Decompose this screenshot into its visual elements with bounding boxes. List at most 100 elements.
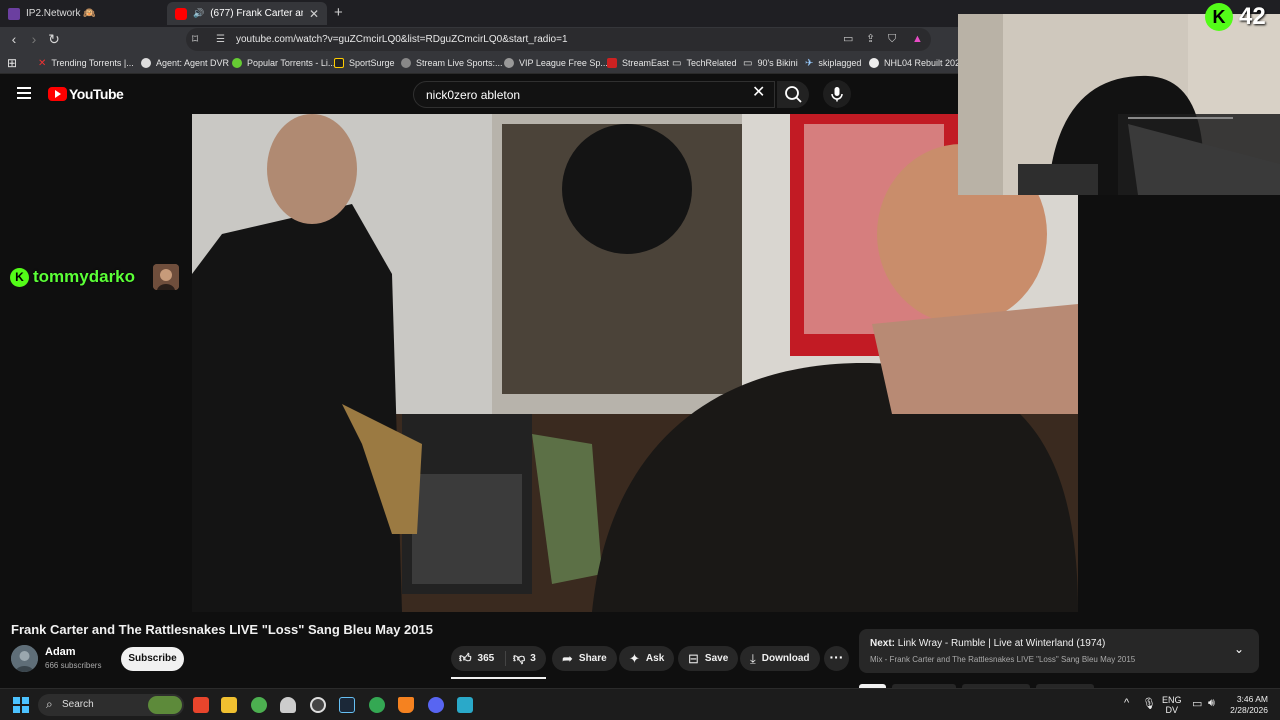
globe-icon (401, 58, 411, 68)
volume-icon[interactable]: 🔊︎ (1208, 697, 1215, 710)
dislike-button[interactable]: 👎︎ 3 (513, 646, 536, 671)
bookmark-folder-90s-bikini[interactable]: ▭ 90's Bikini (743, 52, 798, 74)
forward-icon[interactable]: › (26, 31, 42, 47)
windows-taskbar: ⌕ Search ^ 🎙︎ ENG DV ▭ 🔊︎ 3:46 AM 2/28/2… (0, 688, 1280, 720)
bookmark-icon[interactable]: ⌑ (192, 28, 198, 51)
like-divider (505, 651, 506, 666)
bookmark-agent-dvr[interactable]: Agent: Agent DVR (141, 52, 229, 74)
menu-icon[interactable] (17, 87, 31, 99)
clock-time: 3:46 AM (1236, 694, 1268, 704)
voice-search-button[interactable] (823, 80, 851, 108)
channel-avatar[interactable] (11, 645, 38, 672)
bookmark-skiplagged[interactable]: ✈ skiplagged (805, 52, 861, 74)
apps-grid-icon[interactable]: ⊞ (7, 52, 17, 74)
close-tab-icon[interactable]: ✕ (309, 7, 319, 21)
webcam-overlay (958, 14, 1280, 195)
youtube-logo-text[interactable]: YouTube (69, 86, 124, 102)
subscriber-count: 666 subscribers (45, 661, 102, 670)
brave-rewards-icon[interactable]: ▲ (912, 28, 923, 51)
youtube-logo-icon[interactable] (48, 87, 67, 101)
channel-avatar-image (11, 645, 38, 672)
new-tab-icon[interactable]: + (334, 4, 343, 21)
youtube-header: YouTube ✕ (0, 74, 960, 114)
kick-logo-icon: K (10, 267, 29, 287)
tab-ip2-network[interactable]: IP2.Network 🙉 (0, 2, 165, 25)
save-button[interactable]: ⊟ Save (678, 646, 739, 671)
system-clock[interactable]: 3:46 AM 2/28/2026 (1224, 694, 1268, 716)
cast-icon[interactable]: ▭ (843, 28, 853, 51)
brave-browser-icon[interactable] (193, 697, 209, 713)
viewer-count: 42 (1239, 3, 1266, 30)
app-icon[interactable] (457, 697, 473, 713)
mix-title: Mix - Frank Carter and The Rattlesnakes … (870, 655, 1136, 664)
video-frame-image (192, 114, 1078, 612)
search-icon: ⌕ (46, 697, 53, 711)
up-next-card[interactable]: Next: Link Wray - Rumble | Live at Winte… (859, 629, 1259, 673)
bookmark-popular-torrents[interactable]: Popular Torrents - Li... (232, 52, 335, 74)
chrome-profile-icon[interactable] (369, 697, 385, 713)
windows-start-icon[interactable] (13, 697, 29, 713)
microphone-tray-icon[interactable]: 🎙︎ (1142, 697, 1156, 710)
bookmark-trending-torrents[interactable]: ✕ Trending Torrents |... (38, 52, 134, 74)
speaker-icon[interactable]: 🔊 (193, 8, 204, 19)
leaf-icon (232, 58, 242, 68)
next-line: Next: Link Wray - Rumble | Live at Winte… (870, 638, 1105, 649)
subscribe-button[interactable]: Subscribe (121, 647, 184, 671)
file-explorer-icon[interactable] (221, 697, 237, 713)
download-button[interactable]: ⤓ Download (740, 646, 820, 671)
sparkle-icon: ✦ (629, 650, 640, 666)
url-text[interactable]: youtube.com/watch?v=guZCmcirLQ0&list=RDg… (236, 28, 568, 51)
streamer-tag: K tommydarko (10, 264, 180, 290)
chevron-down-icon[interactable]: ⌄ (1234, 642, 1244, 656)
brave-shield-icon[interactable]: ⛉ (888, 28, 896, 51)
reload-icon[interactable]: ↻ (46, 31, 62, 47)
taskbar-search[interactable]: ⌕ Search (38, 694, 184, 716)
language-indicator[interactable]: ENG DV (1162, 695, 1182, 715)
video-player[interactable] (192, 114, 1078, 612)
steam-icon[interactable] (339, 697, 355, 713)
discord-icon[interactable] (428, 697, 444, 713)
bookmark-folder-techrelated[interactable]: ▭ TechRelated (672, 52, 737, 74)
vlc-icon[interactable] (398, 697, 414, 713)
bookmark-vip-league[interactable]: VIP League Free Sp... (504, 52, 608, 74)
search-box[interactable] (413, 81, 775, 108)
network-icon[interactable]: ▭ (1192, 697, 1202, 710)
folder-icon: ▭ (672, 57, 682, 69)
tray-overflow-icon[interactable]: ^ (1124, 697, 1129, 709)
like-button[interactable]: 👍︎ 365 (459, 646, 494, 671)
bookmark-streameast[interactable]: StreamEast (607, 52, 669, 74)
obs-icon[interactable] (310, 697, 326, 713)
channel-name[interactable]: Adam (45, 646, 76, 658)
shield-app-icon[interactable] (280, 697, 296, 713)
download-icon: ⤓ (750, 650, 756, 666)
next-title: Link Wray - Rumble | Live at Winterland … (897, 638, 1106, 649)
kick-logo-icon: K (1205, 3, 1233, 31)
search-button[interactable] (777, 81, 809, 108)
agent-dvr-icon (141, 58, 151, 68)
keyboard-layout: DV (1165, 705, 1179, 715)
search-highlight-icon (148, 696, 182, 714)
share-label: Share (578, 653, 607, 664)
share-page-icon[interactable]: ⇪ (866, 28, 875, 51)
taskbar-search-label: Search (62, 699, 94, 710)
back-icon[interactable]: ‹ (6, 31, 22, 47)
next-prefix: Next: (870, 638, 896, 649)
tab-title: (677) Frank Carter and The Ra (210, 8, 303, 19)
vip-icon (504, 58, 514, 68)
site-info-icon[interactable]: ☰ (216, 28, 225, 51)
address-bar[interactable]: ⌑ ☰ youtube.com/watch?v=guZCmcirLQ0&list… (186, 28, 931, 51)
chrome-icon[interactable] (251, 697, 267, 713)
ask-button[interactable]: ✦ Ask (619, 646, 675, 671)
share-button[interactable]: ➦ Share (552, 646, 617, 671)
bookmark-stream-live-sports[interactable]: Stream Live Sports:... (401, 52, 503, 74)
clear-search-icon[interactable]: ✕ (752, 84, 765, 102)
viewer-counter: K 42 (1205, 3, 1266, 31)
thumbs-down-icon: 👎︎ (513, 651, 526, 665)
download-label: Download (761, 653, 810, 664)
search-icon (785, 86, 802, 103)
tab-youtube[interactable]: 🔊 (677) Frank Carter and The Ra ✕ (167, 2, 327, 25)
x-icon: ✕ (38, 57, 47, 69)
search-input[interactable] (426, 87, 726, 103)
bookmark-sportsurge[interactable]: SportSurge (334, 52, 395, 74)
more-actions-button[interactable]: ··· (824, 646, 849, 671)
